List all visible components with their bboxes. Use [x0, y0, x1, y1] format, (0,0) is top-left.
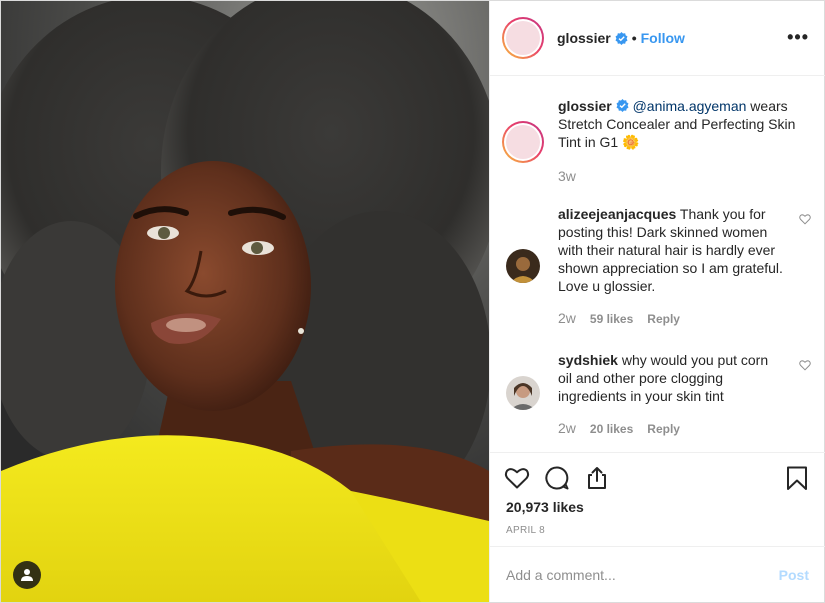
- comment-text: sydshiek why would you put corn oil and …: [558, 351, 783, 405]
- comment-meta: 2w 20 likes Reply: [558, 420, 694, 436]
- reply-button[interactable]: Reply: [647, 422, 680, 436]
- comment-likes[interactable]: 59 likes: [590, 312, 633, 326]
- more-options-button[interactable]: •••: [787, 28, 809, 46]
- header-separator: •: [631, 30, 637, 46]
- comment-likes[interactable]: 20 likes: [590, 422, 633, 436]
- comment-icon[interactable]: [544, 465, 570, 491]
- follow-button[interactable]: Follow: [641, 30, 685, 46]
- caption-mention[interactable]: @anima.agyeman: [633, 98, 747, 114]
- caption-meta: 3w: [558, 168, 590, 184]
- reply-button[interactable]: Reply: [647, 312, 680, 326]
- comment-time[interactable]: 2w: [558, 420, 576, 436]
- caption-username[interactable]: glossier: [558, 98, 612, 114]
- comment-username[interactable]: sydshiek: [558, 352, 618, 368]
- commenter-avatar[interactable]: [506, 249, 540, 283]
- comment-like-heart-icon[interactable]: [799, 213, 811, 225]
- comment-username[interactable]: alizeejeanjacques: [558, 206, 676, 222]
- user-tag-icon: [21, 569, 33, 581]
- author-avatar[interactable]: [502, 17, 544, 59]
- bookmark-icon[interactable]: [784, 465, 810, 491]
- post-header: glossier • Follow •••: [490, 1, 825, 76]
- instagram-post: glossier • Follow ••• glossier @anima.ag…: [0, 0, 825, 603]
- add-comment-bar: Post: [490, 546, 825, 602]
- heart-icon[interactable]: [504, 465, 530, 491]
- add-comment-input[interactable]: [506, 563, 756, 587]
- post-date[interactable]: APRIL 8: [506, 525, 545, 536]
- like-count[interactable]: 20,973 likes: [506, 499, 584, 515]
- comment-time[interactable]: 2w: [558, 310, 576, 326]
- caption-avatar[interactable]: [502, 121, 544, 163]
- author-username[interactable]: glossier: [557, 30, 611, 46]
- comment-text: alizeejeanjacques Thank you for posting …: [558, 205, 783, 295]
- post-actions: 20,973 likes APRIL 8: [490, 452, 825, 545]
- post-side-panel: glossier • Follow ••• glossier @anima.ag…: [489, 1, 825, 602]
- user-tag-button[interactable]: [13, 561, 41, 589]
- comment-like-heart-icon[interactable]: [799, 359, 811, 371]
- comments-list[interactable]: glossier @anima.agyeman wears Stretch Co…: [490, 77, 825, 451]
- share-icon[interactable]: [584, 465, 610, 491]
- caption-text: glossier @anima.agyeman wears Stretch Co…: [558, 97, 798, 151]
- portrait-image: [1, 1, 489, 602]
- verified-badge-icon: [616, 99, 629, 112]
- post-comment-button[interactable]: Post: [779, 567, 809, 583]
- commenter-avatar[interactable]: [506, 376, 540, 410]
- verified-badge-icon: [615, 31, 628, 45]
- comment-meta: 2w 59 likes Reply: [558, 310, 694, 326]
- caption-time[interactable]: 3w: [558, 168, 576, 184]
- post-photo[interactable]: [1, 1, 489, 602]
